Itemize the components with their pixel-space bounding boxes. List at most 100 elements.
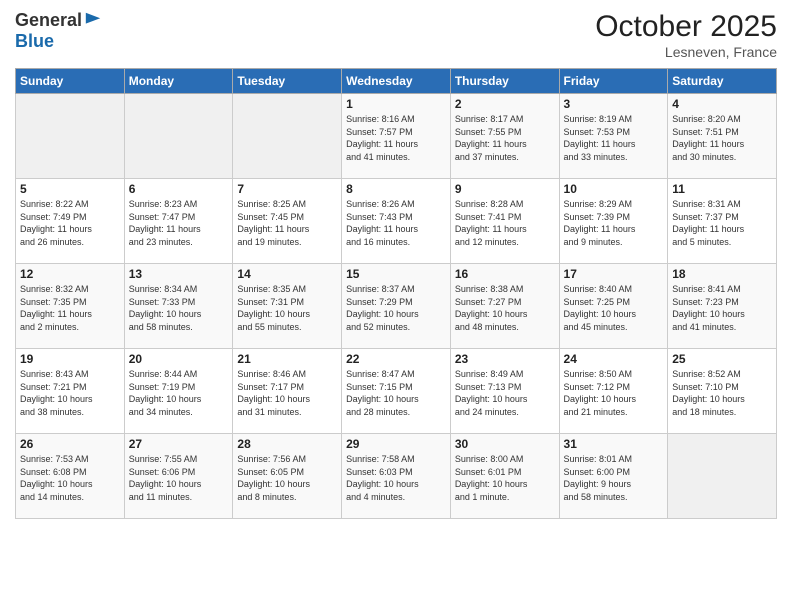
calendar-day-cell: 2Sunrise: 8:17 AM Sunset: 7:55 PM Daylig… <box>450 94 559 179</box>
day-info: Sunrise: 8:40 AM Sunset: 7:25 PM Dayligh… <box>564 283 664 333</box>
calendar-week-row: 1 Sunrise: 8:16 AM Sunset: 7:57 PM Daylig… <box>16 94 777 179</box>
day-number: 20 <box>129 352 229 366</box>
day-number: 6 <box>129 182 229 196</box>
calendar-day-cell: 14Sunrise: 8:35 AM Sunset: 7:31 PM Dayli… <box>233 264 342 349</box>
day-number: 5 <box>20 182 120 196</box>
day-number: 25 <box>672 352 772 366</box>
calendar-day-cell: 27Sunrise: 7:55 AM Sunset: 6:06 PM Dayli… <box>124 434 233 519</box>
calendar-day-cell <box>668 434 777 519</box>
day-info: Sunrise: 8:38 AM Sunset: 7:27 PM Dayligh… <box>455 283 555 333</box>
day-info: Sunrise: 8:25 AM Sunset: 7:45 PM Dayligh… <box>237 198 337 248</box>
day-number: 4 <box>672 97 772 111</box>
calendar-day-cell: 18 Sunrise: 8:41 AM Sunset: 7:23 PM Dayli… <box>668 264 777 349</box>
day-info: Sunrise: 7:58 AM Sunset: 6:03 PM Dayligh… <box>346 453 446 503</box>
calendar-week-row: 19Sunrise: 8:43 AM Sunset: 7:21 PM Dayli… <box>16 349 777 434</box>
calendar-day-cell: 20Sunrise: 8:44 AM Sunset: 7:19 PM Dayli… <box>124 349 233 434</box>
calendar-week-row: 5 Sunrise: 8:22 AM Sunset: 7:49 PM Daylig… <box>16 179 777 264</box>
calendar-day-cell: 6 Sunrise: 8:23 AM Sunset: 7:47 PM Daylig… <box>124 179 233 264</box>
day-number: 24 <box>564 352 664 366</box>
day-info: Sunrise: 8:01 AM Sunset: 6:00 PM Dayligh… <box>564 453 664 503</box>
day-number: 17 <box>564 267 664 281</box>
day-info: Sunrise: 8:26 AM Sunset: 7:43 PM Dayligh… <box>346 198 446 248</box>
day-info: Sunrise: 8:23 AM Sunset: 7:47 PM Dayligh… <box>129 198 229 248</box>
day-number: 11 <box>672 182 772 196</box>
day-info: Sunrise: 8:47 AM Sunset: 7:15 PM Dayligh… <box>346 368 446 418</box>
calendar-table: Sunday Monday Tuesday Wednesday Thursday… <box>15 68 777 519</box>
calendar-day-cell: 17 Sunrise: 8:40 AM Sunset: 7:25 PM Dayli… <box>559 264 668 349</box>
calendar-day-cell: 11 Sunrise: 8:31 AM Sunset: 7:37 PM Dayli… <box>668 179 777 264</box>
calendar-day-cell: 3Sunrise: 8:19 AM Sunset: 7:53 PM Daylig… <box>559 94 668 179</box>
day-info: Sunrise: 8:52 AM Sunset: 7:10 PM Dayligh… <box>672 368 772 418</box>
calendar-day-cell: 31 Sunrise: 8:01 AM Sunset: 6:00 PM Dayli… <box>559 434 668 519</box>
day-info: Sunrise: 8:43 AM Sunset: 7:21 PM Dayligh… <box>20 368 120 418</box>
logo-flag-icon <box>84 11 102 29</box>
col-monday: Monday <box>124 69 233 94</box>
day-info: Sunrise: 8:46 AM Sunset: 7:17 PM Dayligh… <box>237 368 337 418</box>
calendar-header-row: Sunday Monday Tuesday Wednesday Thursday… <box>16 69 777 94</box>
calendar-day-cell: 29 Sunrise: 7:58 AM Sunset: 6:03 PM Dayli… <box>342 434 451 519</box>
col-saturday: Saturday <box>668 69 777 94</box>
day-info: Sunrise: 8:22 AM Sunset: 7:49 PM Dayligh… <box>20 198 120 248</box>
title-block: October 2025 Lesneven, France <box>595 10 777 60</box>
day-info: Sunrise: 8:49 AM Sunset: 7:13 PM Dayligh… <box>455 368 555 418</box>
calendar-day-cell: 12Sunrise: 8:32 AM Sunset: 7:35 PM Dayli… <box>16 264 125 349</box>
calendar-day-cell: 30 Sunrise: 8:00 AM Sunset: 6:01 PM Dayli… <box>450 434 559 519</box>
calendar-day-cell: 22 Sunrise: 8:47 AM Sunset: 7:15 PM Dayli… <box>342 349 451 434</box>
day-info: Sunrise: 8:35 AM Sunset: 7:31 PM Dayligh… <box>237 283 337 333</box>
day-info: Sunrise: 8:31 AM Sunset: 7:37 PM Dayligh… <box>672 198 772 248</box>
day-number: 2 <box>455 97 555 111</box>
day-info: Sunrise: 7:56 AM Sunset: 6:05 PM Dayligh… <box>237 453 337 503</box>
calendar-day-cell: 23Sunrise: 8:49 AM Sunset: 7:13 PM Dayli… <box>450 349 559 434</box>
day-number: 13 <box>129 267 229 281</box>
calendar-week-row: 12Sunrise: 8:32 AM Sunset: 7:35 PM Dayli… <box>16 264 777 349</box>
day-number: 7 <box>237 182 337 196</box>
day-info: Sunrise: 8:29 AM Sunset: 7:39 PM Dayligh… <box>564 198 664 248</box>
day-info: Sunrise: 8:00 AM Sunset: 6:01 PM Dayligh… <box>455 453 555 503</box>
calendar-day-cell: 1 Sunrise: 8:16 AM Sunset: 7:57 PM Daylig… <box>342 94 451 179</box>
day-number: 29 <box>346 437 446 451</box>
day-info: Sunrise: 8:34 AM Sunset: 7:33 PM Dayligh… <box>129 283 229 333</box>
day-info: Sunrise: 8:37 AM Sunset: 7:29 PM Dayligh… <box>346 283 446 333</box>
calendar-day-cell: 15 Sunrise: 8:37 AM Sunset: 7:29 PM Dayli… <box>342 264 451 349</box>
calendar-day-cell: 5 Sunrise: 8:22 AM Sunset: 7:49 PM Daylig… <box>16 179 125 264</box>
day-number: 22 <box>346 352 446 366</box>
calendar-day-cell: 26 Sunrise: 7:53 AM Sunset: 6:08 PM Dayli… <box>16 434 125 519</box>
day-number: 26 <box>20 437 120 451</box>
day-number: 31 <box>564 437 664 451</box>
day-number: 10 <box>564 182 664 196</box>
day-number: 30 <box>455 437 555 451</box>
calendar-day-cell: 16Sunrise: 8:38 AM Sunset: 7:27 PM Dayli… <box>450 264 559 349</box>
month-title: October 2025 <box>595 10 777 44</box>
calendar-week-row: 26 Sunrise: 7:53 AM Sunset: 6:08 PM Dayli… <box>16 434 777 519</box>
day-info: Sunrise: 7:53 AM Sunset: 6:08 PM Dayligh… <box>20 453 120 503</box>
day-number: 15 <box>346 267 446 281</box>
day-info: Sunrise: 8:50 AM Sunset: 7:12 PM Dayligh… <box>564 368 664 418</box>
calendar-day-cell: 8 Sunrise: 8:26 AM Sunset: 7:43 PM Daylig… <box>342 179 451 264</box>
calendar-day-cell: 25 Sunrise: 8:52 AM Sunset: 7:10 PM Dayli… <box>668 349 777 434</box>
day-info: Sunrise: 8:16 AM Sunset: 7:57 PM Dayligh… <box>346 113 446 163</box>
calendar-day-cell: 9 Sunrise: 8:28 AM Sunset: 7:41 PM Daylig… <box>450 179 559 264</box>
day-number: 9 <box>455 182 555 196</box>
day-number: 1 <box>346 97 446 111</box>
day-number: 12 <box>20 267 120 281</box>
calendar-day-cell <box>233 94 342 179</box>
day-number: 18 <box>672 267 772 281</box>
calendar-day-cell: 7 Sunrise: 8:25 AM Sunset: 7:45 PM Daylig… <box>233 179 342 264</box>
calendar-day-cell: 21 Sunrise: 8:46 AM Sunset: 7:17 PM Dayli… <box>233 349 342 434</box>
logo-general-text: General <box>15 10 82 31</box>
calendar-day-cell: 19Sunrise: 8:43 AM Sunset: 7:21 PM Dayli… <box>16 349 125 434</box>
calendar-day-cell <box>124 94 233 179</box>
day-number: 28 <box>237 437 337 451</box>
page-header: General Blue October 2025 Lesneven, Fran… <box>15 10 777 60</box>
day-number: 21 <box>237 352 337 366</box>
calendar-day-cell: 10 Sunrise: 8:29 AM Sunset: 7:39 PM Dayli… <box>559 179 668 264</box>
day-info: Sunrise: 8:41 AM Sunset: 7:23 PM Dayligh… <box>672 283 772 333</box>
day-number: 8 <box>346 182 446 196</box>
calendar-day-cell <box>16 94 125 179</box>
day-info: Sunrise: 7:55 AM Sunset: 6:06 PM Dayligh… <box>129 453 229 503</box>
calendar-day-cell: 13 Sunrise: 8:34 AM Sunset: 7:33 PM Dayli… <box>124 264 233 349</box>
day-info: Sunrise: 8:28 AM Sunset: 7:41 PM Dayligh… <box>455 198 555 248</box>
col-friday: Friday <box>559 69 668 94</box>
logo-blue-text: Blue <box>15 31 54 52</box>
calendar-day-cell: 4Sunrise: 8:20 AM Sunset: 7:51 PM Daylig… <box>668 94 777 179</box>
